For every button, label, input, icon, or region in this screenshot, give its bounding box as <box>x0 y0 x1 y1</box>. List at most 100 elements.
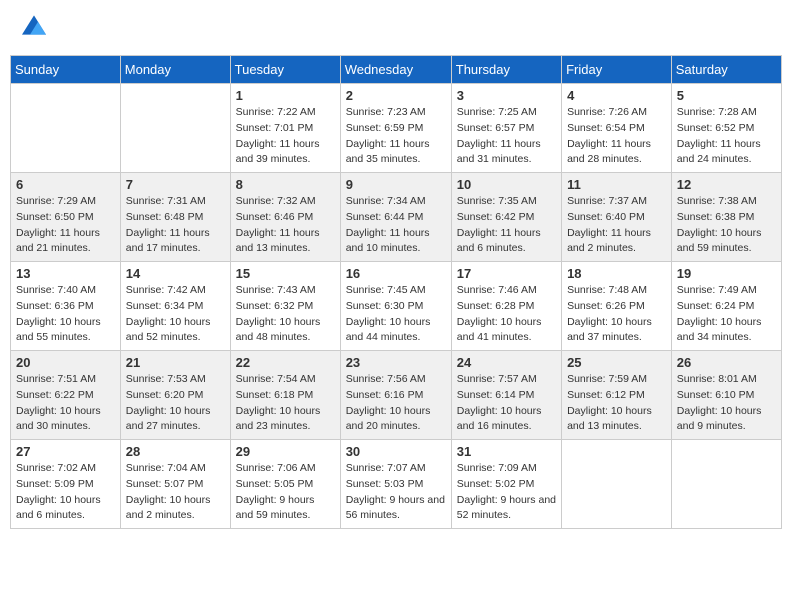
day-number: 23 <box>346 355 446 370</box>
day-number: 17 <box>457 266 556 281</box>
day-info: Sunrise: 7:51 AM Sunset: 6:22 PM Dayligh… <box>16 372 115 435</box>
day-header-sunday: Sunday <box>11 56 121 84</box>
day-number: 19 <box>677 266 776 281</box>
calendar-cell: 31 Sunrise: 7:09 AM Sunset: 5:02 PM Dayli… <box>451 440 561 529</box>
day-info: Sunrise: 7:07 AM Sunset: 5:03 PM Dayligh… <box>346 461 446 524</box>
day-number: 1 <box>236 88 335 103</box>
day-info: Sunrise: 7:46 AM Sunset: 6:28 PM Dayligh… <box>457 283 556 346</box>
calendar-cell: 13 Sunrise: 7:40 AM Sunset: 6:36 PM Dayli… <box>11 262 121 351</box>
day-number: 4 <box>567 88 666 103</box>
calendar-cell <box>11 84 121 173</box>
day-info: Sunrise: 7:34 AM Sunset: 6:44 PM Dayligh… <box>346 194 446 257</box>
day-header-friday: Friday <box>562 56 672 84</box>
day-info: Sunrise: 7:59 AM Sunset: 6:12 PM Dayligh… <box>567 372 666 435</box>
day-number: 10 <box>457 177 556 192</box>
day-info: Sunrise: 7:31 AM Sunset: 6:48 PM Dayligh… <box>126 194 225 257</box>
calendar-cell: 12 Sunrise: 7:38 AM Sunset: 6:38 PM Dayli… <box>671 173 781 262</box>
calendar-cell: 6 Sunrise: 7:29 AM Sunset: 6:50 PM Daylig… <box>11 173 121 262</box>
day-header-tuesday: Tuesday <box>230 56 340 84</box>
day-number: 6 <box>16 177 115 192</box>
day-number: 18 <box>567 266 666 281</box>
day-header-monday: Monday <box>120 56 230 84</box>
calendar-cell: 10 Sunrise: 7:35 AM Sunset: 6:42 PM Dayli… <box>451 173 561 262</box>
calendar-cell: 28 Sunrise: 7:04 AM Sunset: 5:07 PM Dayli… <box>120 440 230 529</box>
day-info: Sunrise: 7:40 AM Sunset: 6:36 PM Dayligh… <box>16 283 115 346</box>
calendar-cell <box>671 440 781 529</box>
calendar-cell: 24 Sunrise: 7:57 AM Sunset: 6:14 PM Dayli… <box>451 351 561 440</box>
calendar-cell: 20 Sunrise: 7:51 AM Sunset: 6:22 PM Dayli… <box>11 351 121 440</box>
week-row-1: 1 Sunrise: 7:22 AM Sunset: 7:01 PM Daylig… <box>11 84 782 173</box>
day-info: Sunrise: 7:53 AM Sunset: 6:20 PM Dayligh… <box>126 372 225 435</box>
day-info: Sunrise: 7:26 AM Sunset: 6:54 PM Dayligh… <box>567 105 666 168</box>
calendar-cell: 1 Sunrise: 7:22 AM Sunset: 7:01 PM Daylig… <box>230 84 340 173</box>
day-info: Sunrise: 7:09 AM Sunset: 5:02 PM Dayligh… <box>457 461 556 524</box>
day-number: 26 <box>677 355 776 370</box>
calendar-cell: 2 Sunrise: 7:23 AM Sunset: 6:59 PM Daylig… <box>340 84 451 173</box>
day-info: Sunrise: 8:01 AM Sunset: 6:10 PM Dayligh… <box>677 372 776 435</box>
day-number: 5 <box>677 88 776 103</box>
calendar-cell <box>562 440 672 529</box>
day-number: 31 <box>457 444 556 459</box>
day-info: Sunrise: 7:25 AM Sunset: 6:57 PM Dayligh… <box>457 105 556 168</box>
day-number: 25 <box>567 355 666 370</box>
calendar-cell: 30 Sunrise: 7:07 AM Sunset: 5:03 PM Dayli… <box>340 440 451 529</box>
day-number: 16 <box>346 266 446 281</box>
calendar-cell: 29 Sunrise: 7:06 AM Sunset: 5:05 PM Dayli… <box>230 440 340 529</box>
calendar-cell: 25 Sunrise: 7:59 AM Sunset: 6:12 PM Dayli… <box>562 351 672 440</box>
day-number: 3 <box>457 88 556 103</box>
header <box>10 10 782 45</box>
day-number: 21 <box>126 355 225 370</box>
calendar-cell: 9 Sunrise: 7:34 AM Sunset: 6:44 PM Daylig… <box>340 173 451 262</box>
day-info: Sunrise: 7:57 AM Sunset: 6:14 PM Dayligh… <box>457 372 556 435</box>
day-info: Sunrise: 7:37 AM Sunset: 6:40 PM Dayligh… <box>567 194 666 257</box>
day-number: 13 <box>16 266 115 281</box>
week-row-3: 13 Sunrise: 7:40 AM Sunset: 6:36 PM Dayli… <box>11 262 782 351</box>
day-number: 15 <box>236 266 335 281</box>
calendar-cell: 3 Sunrise: 7:25 AM Sunset: 6:57 PM Daylig… <box>451 84 561 173</box>
day-info: Sunrise: 7:02 AM Sunset: 5:09 PM Dayligh… <box>16 461 115 524</box>
calendar-cell: 23Sunrise: 7:56 AM Sunset: 6:16 PM Dayli… <box>340 351 451 440</box>
day-number: 20 <box>16 355 115 370</box>
day-number: 8 <box>236 177 335 192</box>
day-number: 11 <box>567 177 666 192</box>
day-number: 30 <box>346 444 446 459</box>
calendar-cell: 18 Sunrise: 7:48 AM Sunset: 6:26 PM Dayli… <box>562 262 672 351</box>
day-info: Sunrise: 7:43 AM Sunset: 6:32 PM Dayligh… <box>236 283 335 346</box>
logo-icon <box>22 15 46 35</box>
day-info: Sunrise: 7:35 AM Sunset: 6:42 PM Dayligh… <box>457 194 556 257</box>
day-header-thursday: Thursday <box>451 56 561 84</box>
calendar-cell: 16 Sunrise: 7:45 AM Sunset: 6:30 PM Dayli… <box>340 262 451 351</box>
day-number: 24 <box>457 355 556 370</box>
day-info: Sunrise: 7:45 AM Sunset: 6:30 PM Dayligh… <box>346 283 446 346</box>
calendar-cell: 27Sunrise: 7:02 AM Sunset: 5:09 PM Dayli… <box>11 440 121 529</box>
week-row-2: 6 Sunrise: 7:29 AM Sunset: 6:50 PM Daylig… <box>11 173 782 262</box>
day-info: Sunrise: 7:38 AM Sunset: 6:38 PM Dayligh… <box>677 194 776 257</box>
day-info: Sunrise: 7:29 AM Sunset: 6:50 PM Dayligh… <box>16 194 115 257</box>
day-header-wednesday: Wednesday <box>340 56 451 84</box>
day-info: Sunrise: 7:06 AM Sunset: 5:05 PM Dayligh… <box>236 461 335 524</box>
calendar-cell: 26 Sunrise: 8:01 AM Sunset: 6:10 PM Dayli… <box>671 351 781 440</box>
day-number: 22 <box>236 355 335 370</box>
day-info: Sunrise: 7:04 AM Sunset: 5:07 PM Dayligh… <box>126 461 225 524</box>
day-info: Sunrise: 7:48 AM Sunset: 6:26 PM Dayligh… <box>567 283 666 346</box>
calendar-cell: 15 Sunrise: 7:43 AM Sunset: 6:32 PM Dayli… <box>230 262 340 351</box>
day-info: Sunrise: 7:42 AM Sunset: 6:34 PM Dayligh… <box>126 283 225 346</box>
day-number: 2 <box>346 88 446 103</box>
week-row-5: 27Sunrise: 7:02 AM Sunset: 5:09 PM Dayli… <box>11 440 782 529</box>
calendar-cell <box>120 84 230 173</box>
day-number: 12 <box>677 177 776 192</box>
calendar-cell: 4 Sunrise: 7:26 AM Sunset: 6:54 PM Daylig… <box>562 84 672 173</box>
calendar-cell: 8Sunrise: 7:32 AM Sunset: 6:46 PM Daylig… <box>230 173 340 262</box>
day-number: 9 <box>346 177 446 192</box>
calendar-cell: 7Sunrise: 7:31 AM Sunset: 6:48 PM Daylig… <box>120 173 230 262</box>
day-number: 29 <box>236 444 335 459</box>
day-info: Sunrise: 7:49 AM Sunset: 6:24 PM Dayligh… <box>677 283 776 346</box>
day-info: Sunrise: 7:54 AM Sunset: 6:18 PM Dayligh… <box>236 372 335 435</box>
week-row-4: 20 Sunrise: 7:51 AM Sunset: 6:22 PM Dayli… <box>11 351 782 440</box>
calendar-cell: 5Sunrise: 7:28 AM Sunset: 6:52 PM Daylig… <box>671 84 781 173</box>
day-info: Sunrise: 7:23 AM Sunset: 6:59 PM Dayligh… <box>346 105 446 168</box>
day-info: Sunrise: 7:22 AM Sunset: 7:01 PM Dayligh… <box>236 105 335 168</box>
days-header-row: SundayMondayTuesdayWednesdayThursdayFrid… <box>11 56 782 84</box>
day-number: 28 <box>126 444 225 459</box>
calendar-cell: 21 Sunrise: 7:53 AM Sunset: 6:20 PM Dayli… <box>120 351 230 440</box>
